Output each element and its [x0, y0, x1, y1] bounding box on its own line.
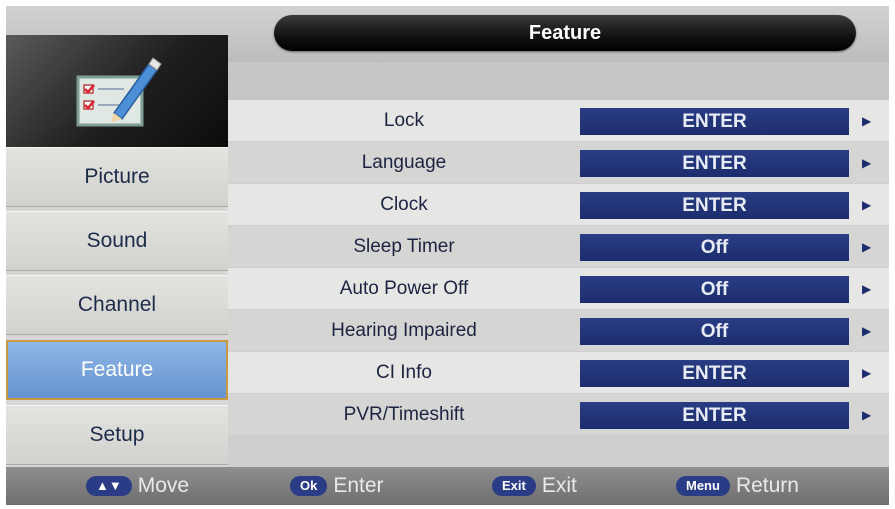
setting-value-button[interactable]: ENTER: [580, 150, 849, 177]
sidebar-item-channel[interactable]: Channel: [6, 275, 228, 335]
setting-label: PVR/Timeshift: [343, 404, 465, 425]
setting-label: Auto Power Off: [339, 278, 469, 299]
feature-checklist-icon: [76, 57, 162, 127]
settings-list: Lock ENTER ▶ Language ENTER ▶ Clock ENTE…: [228, 62, 889, 467]
setting-row-lock[interactable]: Lock ENTER ▶: [228, 100, 889, 141]
setting-row-auto-power-off[interactable]: Auto Power Off Off ▶: [228, 268, 889, 309]
setting-value-button[interactable]: ENTER: [580, 192, 849, 219]
list-header-strip: [228, 62, 889, 100]
chevron-right-icon: ▶: [862, 240, 872, 254]
setting-value-button[interactable]: ENTER: [580, 402, 849, 429]
chevron-right-icon: ▶: [862, 114, 872, 128]
sidebar-item-label: Feature: [80, 358, 154, 381]
setting-label: Language: [361, 152, 447, 173]
setting-label: Clock: [380, 194, 428, 215]
hint-label: Return: [735, 474, 799, 497]
arrow-keys-icon: ▲▼: [86, 476, 132, 496]
setting-row-pvr-timeshift[interactable]: PVR/Timeshift ENTER ▶: [228, 394, 889, 435]
menu-key-icon: Menu: [676, 476, 730, 496]
exit-key-icon: Exit: [492, 476, 536, 496]
chevron-right-icon: ▶: [862, 198, 872, 212]
setting-row-language[interactable]: Language ENTER ▶: [228, 142, 889, 183]
sidebar-item-label: Channel: [77, 293, 157, 316]
hint-enter: Ok Enter: [290, 467, 384, 505]
setting-value-button[interactable]: Off: [580, 276, 849, 303]
chevron-right-icon: ▶: [862, 156, 872, 170]
setting-label: Lock: [383, 110, 425, 131]
setting-label: Hearing Impaired: [331, 320, 477, 341]
sidebar: Picture Sound Channel Feature Setup: [6, 35, 228, 467]
setting-value-button[interactable]: Off: [580, 234, 849, 261]
chevron-right-icon: ▶: [862, 366, 872, 380]
sidebar-item-picture[interactable]: Picture: [6, 147, 228, 207]
hint-move: ▲▼ Move: [86, 467, 189, 505]
sidebar-item-label: Setup: [89, 423, 145, 446]
hint-label: Enter: [333, 474, 384, 497]
sidebar-item-label: Picture: [84, 165, 150, 188]
setting-row-sleep-timer[interactable]: Sleep Timer Off ▶: [228, 226, 889, 267]
chevron-right-icon: ▶: [862, 324, 872, 338]
setting-label: CI Info: [376, 362, 432, 383]
key-hint-bar: ▲▼ Move Ok Enter Exit Exit Menu Return: [6, 467, 889, 505]
chevron-right-icon: ▶: [862, 282, 872, 296]
chevron-right-icon: ▶: [862, 408, 872, 422]
setting-value-button[interactable]: Off: [580, 318, 849, 345]
tv-menu-frame: Feature Picture Sound Channel Feature Se…: [6, 6, 889, 505]
hint-label: Exit: [541, 474, 577, 497]
sidebar-item-feature[interactable]: Feature: [6, 340, 228, 400]
sidebar-item-setup[interactable]: Setup: [6, 405, 228, 465]
ok-key-icon: Ok: [290, 476, 328, 496]
hint-return: Menu Return: [676, 467, 799, 505]
setting-label: Sleep Timer: [353, 236, 455, 257]
setting-row-clock[interactable]: Clock ENTER ▶: [228, 184, 889, 225]
setting-value-button[interactable]: ENTER: [580, 360, 849, 387]
sidebar-item-sound[interactable]: Sound: [6, 211, 228, 271]
page-title: Feature: [528, 22, 602, 44]
setting-value-button[interactable]: ENTER: [580, 108, 849, 135]
hint-label: Move: [137, 474, 190, 497]
category-icon-panel: [6, 35, 228, 147]
sidebar-item-label: Sound: [86, 229, 148, 252]
hint-exit: Exit Exit: [492, 467, 577, 505]
setting-row-ci-info[interactable]: CI Info ENTER ▶: [228, 352, 889, 393]
setting-row-hearing-impaired[interactable]: Hearing Impaired Off ▶: [228, 310, 889, 351]
title-bar: Feature: [274, 15, 856, 51]
